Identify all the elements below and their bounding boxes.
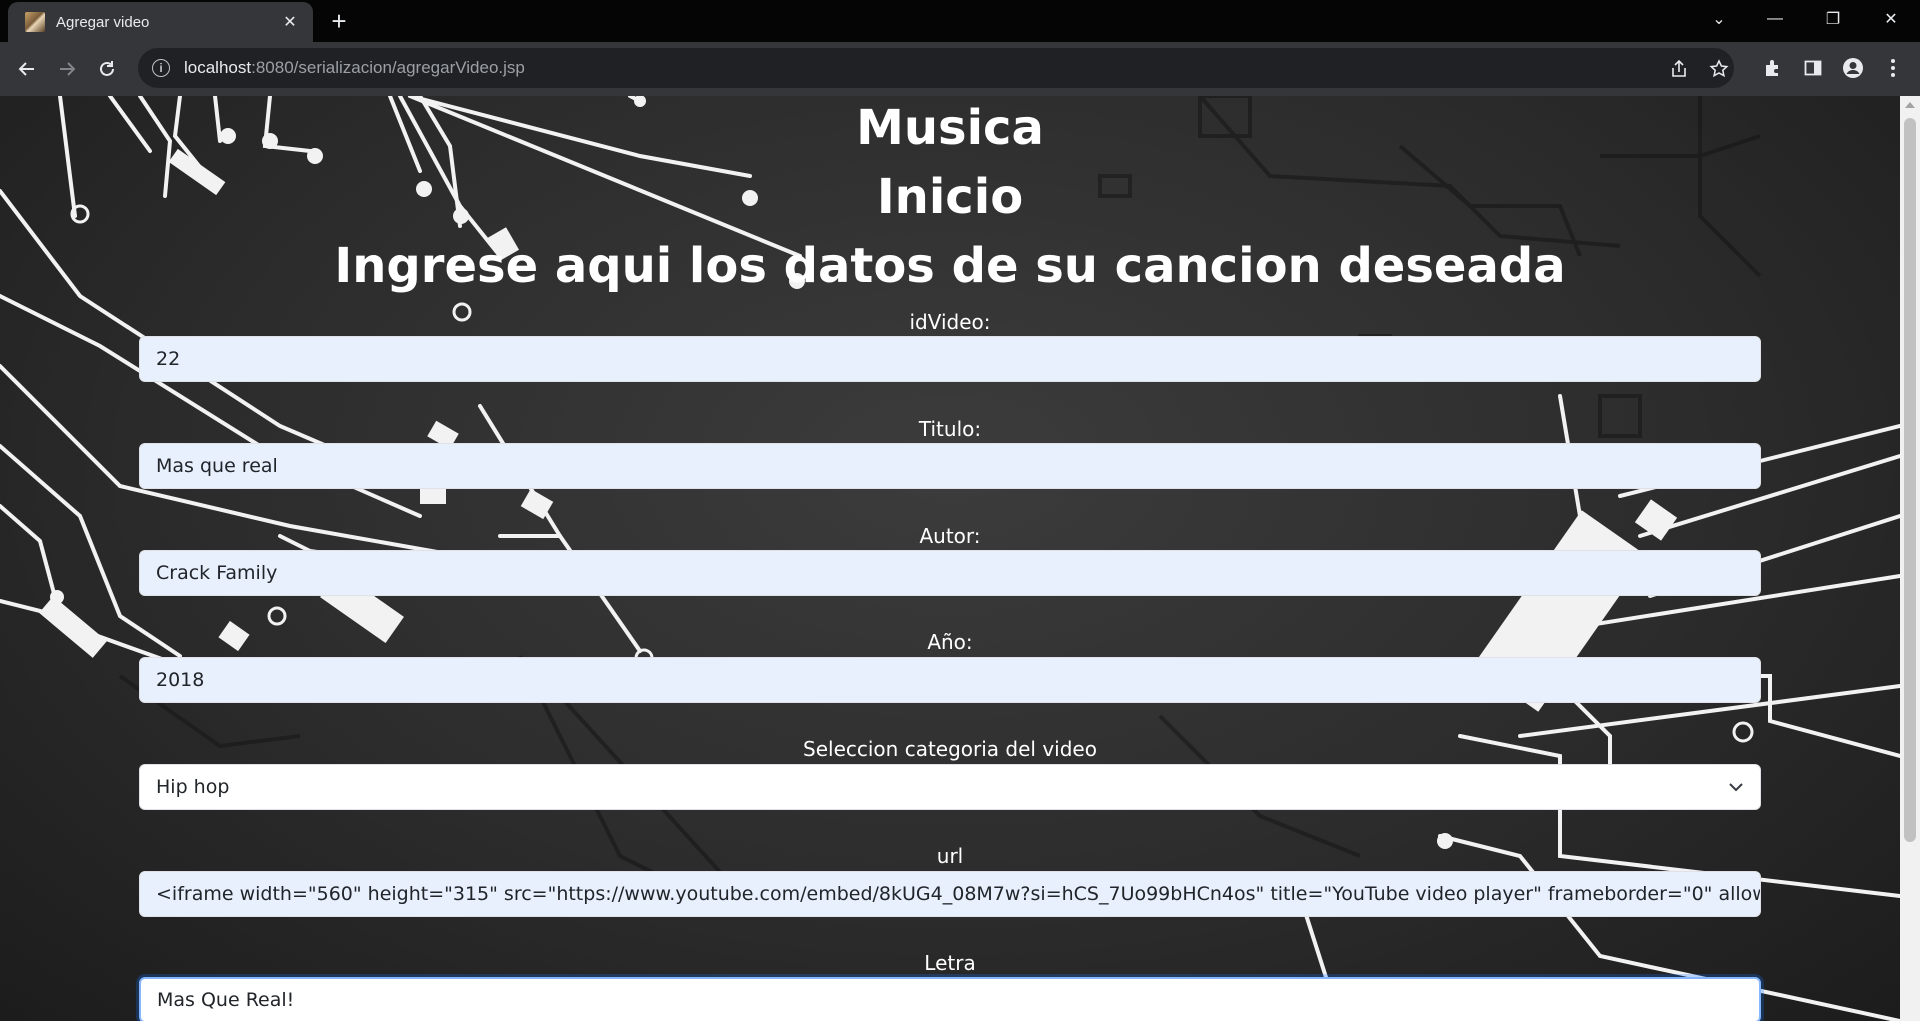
category-label: Seleccion categoria del video <box>803 737 1097 761</box>
tab-title: Agregar video <box>56 13 150 31</box>
id-video-input[interactable]: 22 <box>139 336 1761 382</box>
profile-avatar-icon[interactable] <box>1840 55 1866 81</box>
site-favicon-icon <box>25 12 45 32</box>
browser-tab-active[interactable]: Agregar video ✕ <box>8 2 313 42</box>
minimize-icon[interactable]: — <box>1752 0 1798 38</box>
year-label: Año: <box>927 630 973 654</box>
share-icon[interactable] <box>1668 58 1690 80</box>
forward-icon[interactable] <box>52 54 82 84</box>
year-input[interactable]: 2018 <box>139 657 1761 703</box>
tab-close-icon[interactable]: ✕ <box>279 12 301 32</box>
title-label: Titulo: <box>918 417 982 441</box>
browser-toolbar: i localhost :8080/serializacion/agregarV… <box>0 42 1920 96</box>
browser-tab-strip: Agregar video ✕ + ⌄ — ❐ ✕ <box>0 0 1920 42</box>
url-input[interactable]: <iframe width="560" height="315" src="ht… <box>139 871 1761 917</box>
author-input[interactable]: Crack Family <box>139 550 1761 596</box>
scrollbar-thumb[interactable] <box>1904 118 1916 842</box>
video-form: Musica Inicio Ingrese aqui los datos de … <box>0 96 1900 1021</box>
chevron-down-icon <box>1729 783 1743 792</box>
bookmark-star-icon[interactable] <box>1708 58 1730 80</box>
reload-icon[interactable] <box>92 54 122 84</box>
category-selected-value: Hip hop <box>156 776 230 798</box>
id-label: idVideo: <box>909 310 991 334</box>
side-panel-icon[interactable] <box>1800 55 1826 81</box>
extensions-icon[interactable] <box>1760 55 1786 81</box>
address-path: :8080/serializacion/agregarVideo.jsp <box>251 58 525 77</box>
tab-search-chevron-icon[interactable]: ⌄ <box>1696 0 1742 38</box>
address-host: localhost <box>184 58 252 77</box>
new-tab-icon[interactable]: + <box>326 8 352 34</box>
page-viewport: Musica Inicio Ingrese aqui los datos de … <box>0 96 1900 1021</box>
scroll-up-arrow-icon[interactable] <box>1905 102 1915 108</box>
author-label: Autor: <box>919 524 981 548</box>
page-heading: Ingrese aqui los datos de su cancion des… <box>334 238 1566 294</box>
url-label: url <box>936 844 964 868</box>
restore-icon[interactable]: ❐ <box>1810 0 1856 38</box>
title-input[interactable]: Mas que real <box>139 443 1761 489</box>
lyrics-label: Letra <box>924 951 976 975</box>
browser-menu-icon[interactable] <box>1880 55 1906 81</box>
window-close-icon[interactable]: ✕ <box>1868 0 1914 38</box>
lyrics-textarea[interactable]: Mas Que Real! <box>139 977 1761 1021</box>
home-link[interactable]: Inicio <box>0 169 1900 225</box>
address-bar[interactable]: i localhost :8080/serializacion/agregarV… <box>138 48 1734 88</box>
music-title: Musica <box>856 100 1044 156</box>
category-select[interactable]: Hip hop <box>139 764 1761 810</box>
back-icon[interactable] <box>12 54 42 84</box>
site-info-icon[interactable]: i <box>152 59 170 77</box>
page-scrollbar[interactable] <box>1900 96 1920 1021</box>
